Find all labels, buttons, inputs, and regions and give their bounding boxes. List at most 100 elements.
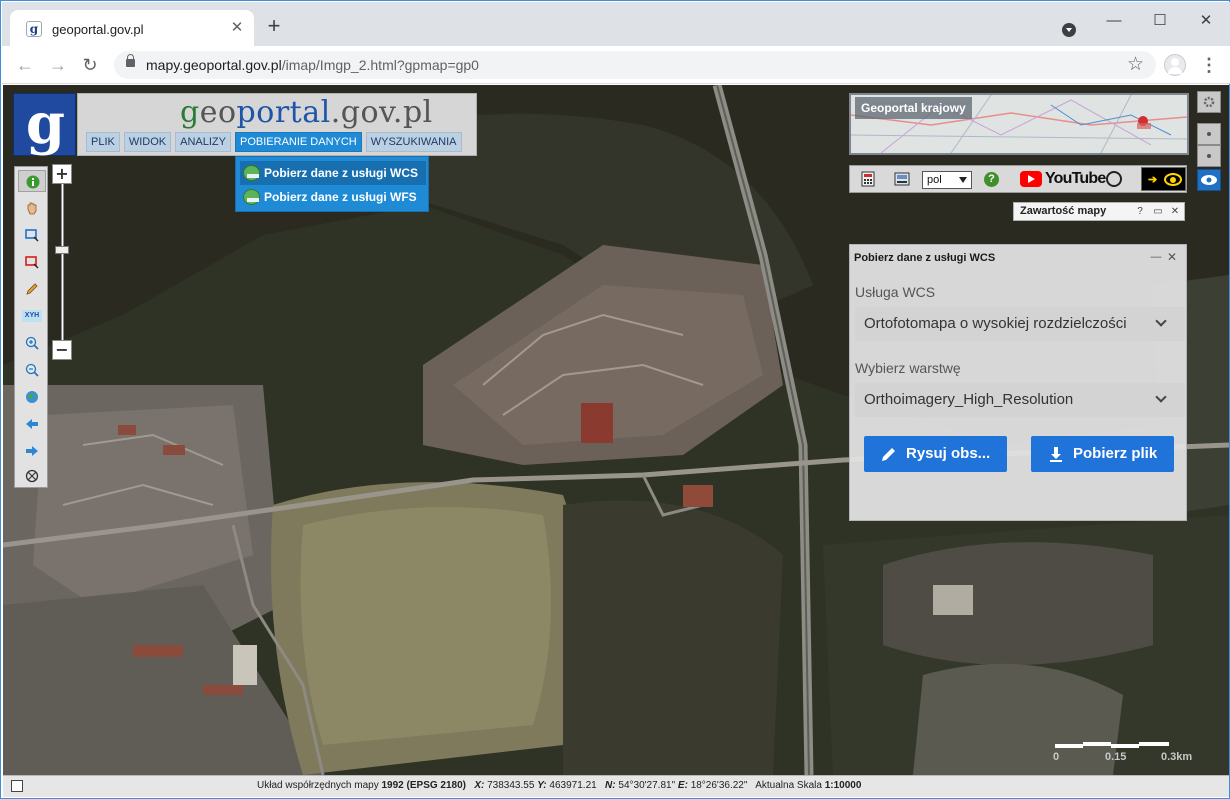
select-box-tool[interactable] xyxy=(18,251,46,273)
draw-extent-button[interactable]: Rysuj obs... xyxy=(864,436,1007,472)
url-text[interactable]: mapy.geoportal.gov.pl/imap/Imgp_2.html?g… xyxy=(146,57,479,73)
crs-value: 1992 (EPSG 2180) xyxy=(381,780,467,791)
menu-analizy[interactable]: ANALIZY xyxy=(175,132,231,152)
new-tab-button[interactable]: + xyxy=(264,15,284,37)
forward-button[interactable]: → xyxy=(47,54,69,76)
clear-icon xyxy=(25,469,39,483)
maximize-button[interactable]: ☐ xyxy=(1150,12,1170,30)
dropdown-item-wcs[interactable]: Pobierz dane z usługi WCS xyxy=(240,161,426,185)
title-p: p xyxy=(236,95,257,130)
status-expand-icon[interactable] xyxy=(11,780,23,792)
pan-tool[interactable] xyxy=(18,197,46,219)
title-o: o xyxy=(256,95,275,130)
language-select[interactable]: pol xyxy=(922,171,972,189)
measure-tool[interactable] xyxy=(18,278,46,300)
browser-menu-icon[interactable]: ⋮ xyxy=(1198,54,1220,76)
zoom-in-tool[interactable] xyxy=(18,332,46,354)
map-viewport[interactable]: g geoportal.gov.pl PLIK WIDOK ANALIZY PO… xyxy=(3,85,1229,775)
reload-button[interactable]: ↻ xyxy=(79,54,101,76)
help-icon[interactable]: ? xyxy=(984,172,999,187)
next-extent-tool[interactable] xyxy=(18,440,46,462)
site-title: geoportal.gov.pl xyxy=(180,96,433,130)
tab-close-icon[interactable]: ✕ xyxy=(228,19,246,37)
xyh-tool[interactable]: XYH xyxy=(18,305,46,327)
zoom-out-tool[interactable] xyxy=(18,359,46,381)
zoom-track[interactable] xyxy=(61,184,64,340)
scale-bar: 0 0.15 0.3km xyxy=(1053,742,1225,764)
dot-icon xyxy=(1207,132,1211,136)
pobieranie-dropdown: Pobierz dane z usługi WCS Pobierz dane z… xyxy=(235,156,429,212)
high-contrast-button[interactable]: ➔ xyxy=(1141,167,1186,191)
zoom-in-button[interactable]: + xyxy=(52,164,72,184)
status-coordinates: Układ współrzędnych mapy 1992 (EPSG 2180… xyxy=(257,780,861,791)
download-file-label: Pobierz plik xyxy=(1073,445,1158,462)
wcs-minimize-button[interactable]: — xyxy=(1150,251,1162,263)
draw-extent-label: Rysuj obs... xyxy=(906,445,991,462)
clear-tool[interactable] xyxy=(18,465,46,487)
map-content-tab[interactable]: Zawartość mapy ? ▭ ✕ xyxy=(1013,202,1185,221)
service-select[interactable]: Ortofotomapa o wysokiej rozdzielczości xyxy=(855,307,1185,341)
zoom-out-icon xyxy=(25,363,39,377)
accessibility-wheel-icon[interactable] xyxy=(1106,171,1122,187)
account-avatar-icon[interactable] xyxy=(1164,54,1186,76)
scale-label: Aktualna Skala xyxy=(755,780,822,791)
info-tool[interactable] xyxy=(18,170,46,192)
minimize-button[interactable]: — xyxy=(1104,12,1124,30)
settings-gear-button[interactable] xyxy=(1197,91,1221,113)
geoportal-favicon-icon: g xyxy=(26,21,42,37)
y-value: 463971.21 xyxy=(549,780,597,791)
menu-widok[interactable]: WIDOK xyxy=(123,132,172,152)
map-content-help-button[interactable]: ? xyxy=(1134,206,1146,218)
layer-label: Wybierz warstwę xyxy=(855,360,961,376)
previous-extent-tool[interactable] xyxy=(18,413,46,435)
service-label: Usługa WCS xyxy=(855,284,936,300)
top-icon-strip: pol ? YouTube ➔ xyxy=(849,165,1187,193)
address-bar[interactable]: mapy.geoportal.gov.pl/imap/Imgp_2.html?g… xyxy=(114,51,1156,79)
wms-icon[interactable] xyxy=(894,171,910,187)
zoom-slider: + − xyxy=(52,164,72,360)
contrast-arrow-icon: ➔ xyxy=(1148,174,1158,186)
download-icon xyxy=(1050,447,1062,462)
zoom-out-button[interactable]: − xyxy=(52,340,72,360)
url-path: /imap/Imgp_2.html?gpmap=gp0 xyxy=(281,57,479,73)
scale-value: 1:10000 xyxy=(824,780,862,791)
dot-button-1[interactable] xyxy=(1197,123,1221,145)
lock-icon[interactable] xyxy=(126,54,135,67)
logo-letter: g xyxy=(25,91,66,157)
bookmark-star-icon[interactable]: ☆ xyxy=(1127,53,1144,76)
zoom-box-icon xyxy=(25,229,39,242)
xyh-icon: XYH xyxy=(22,310,42,322)
youtube-icon[interactable] xyxy=(1020,171,1042,187)
menu-wyszukiwania[interactable]: WYSZUKIWANIA xyxy=(365,132,462,152)
visibility-button[interactable] xyxy=(1197,169,1221,191)
browser-toolbar: ← → ↻ mapy.geoportal.gov.pl/imap/Imgp_2.… xyxy=(2,46,1230,84)
menu-plik[interactable]: PLIK xyxy=(86,132,120,152)
dropdown-item-wfs[interactable]: Pobierz dane z usługi WFS xyxy=(240,185,426,209)
wcs-close-button[interactable]: ✕ xyxy=(1166,251,1178,263)
menu-pobieranie-danych[interactable]: POBIERANIE DANYCH xyxy=(235,132,362,152)
download-file-button[interactable]: Pobierz plik xyxy=(1031,436,1174,472)
youtube-label[interactable]: YouTube xyxy=(1045,170,1106,188)
overview-map[interactable]: Geoportal krajowy xyxy=(849,93,1189,155)
zoom-thumb[interactable] xyxy=(55,246,69,255)
url-domain: mapy.geoportal.gov.pl xyxy=(146,57,282,73)
map-content-restore-button[interactable]: ▭ xyxy=(1152,206,1164,218)
browser-window: g geoportal.gov.pl ✕ + — ☐ ✕ ← → ↻ mapy.… xyxy=(0,0,1230,799)
title-gov-pl: .gov.pl xyxy=(330,95,433,130)
map-content-close-button[interactable]: ✕ xyxy=(1169,206,1181,218)
dot-button-2[interactable] xyxy=(1197,145,1221,167)
y-label: Y: xyxy=(537,780,547,791)
title-g: g xyxy=(180,95,200,130)
full-extent-tool[interactable] xyxy=(18,386,46,408)
close-window-button[interactable]: ✕ xyxy=(1196,12,1216,30)
geoportal-logo[interactable]: g xyxy=(13,93,76,156)
tab-title: geoportal.gov.pl xyxy=(52,22,144,37)
layer-select[interactable]: Orthoimagery_High_Resolution xyxy=(855,383,1185,417)
media-control-icon[interactable] xyxy=(1062,23,1076,37)
calculator-icon[interactable] xyxy=(860,171,876,187)
back-button[interactable]: ← xyxy=(14,54,36,76)
eye-icon xyxy=(1201,175,1217,185)
zoom-box-tool[interactable] xyxy=(18,224,46,246)
n-label: N: xyxy=(605,780,616,791)
browser-tab[interactable]: g geoportal.gov.pl ✕ xyxy=(10,10,254,47)
